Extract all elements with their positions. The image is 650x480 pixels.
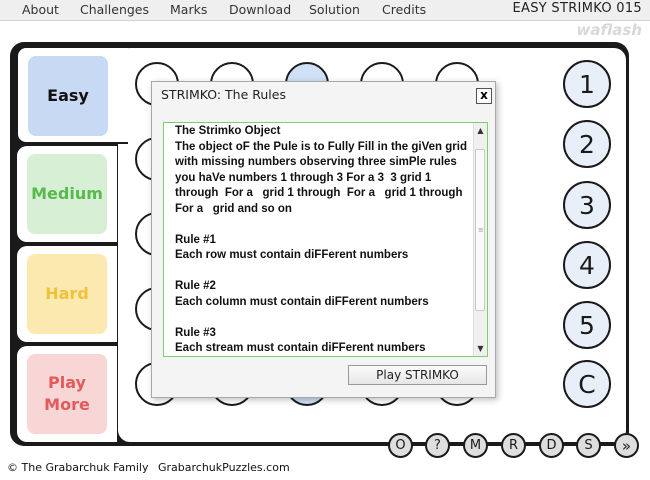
brand-logo: waflash: [576, 21, 642, 39]
tab-easy-container: Easy: [16, 46, 128, 144]
menu-solution[interactable]: Solution: [309, 2, 360, 17]
menu-about[interactable]: About: [22, 2, 59, 17]
site-link[interactable]: GrabarchukPuzzles.com: [158, 461, 290, 474]
grip-icon: ≡: [478, 226, 484, 234]
download-button[interactable]: D: [539, 433, 564, 458]
tab-medium-container: Medium: [17, 146, 117, 242]
reset-button[interactable]: R: [501, 433, 526, 458]
rules-textarea[interactable]: The Strimko Object The object oF the Pul…: [163, 122, 488, 357]
dialog-title: STRIMKO: The Rules: [161, 87, 286, 102]
number-button-5[interactable]: 5: [563, 301, 611, 349]
clear-button[interactable]: C: [563, 360, 611, 408]
close-icon[interactable]: x: [476, 88, 492, 104]
next-button[interactable]: »: [614, 433, 639, 458]
scrollbar[interactable]: ▲ ≡ ▼: [473, 123, 487, 356]
footer: © The Grabarchuk Family GrabarchukPuzzle…: [7, 461, 290, 474]
rules-dialog: STRIMKO: The Rules x The Strimko Object …: [151, 81, 496, 398]
menu-marks[interactable]: Marks: [170, 2, 207, 17]
number-button-4[interactable]: 4: [563, 241, 611, 289]
tab-medium[interactable]: Medium: [27, 154, 107, 234]
number-button-1[interactable]: 1: [563, 60, 611, 108]
solution-button[interactable]: S: [576, 433, 601, 458]
top-menu-bar: About Challenges Marks Download Solution…: [0, 0, 650, 21]
options-button[interactable]: O: [388, 433, 413, 458]
scroll-thumb[interactable]: ≡: [475, 149, 485, 311]
menu-download[interactable]: Download: [229, 2, 291, 17]
number-button-3[interactable]: 3: [563, 181, 611, 229]
scroll-down-icon[interactable]: ▼: [475, 343, 486, 354]
tab-hard[interactable]: Hard: [27, 254, 107, 334]
scroll-up-icon[interactable]: ▲: [475, 125, 486, 136]
help-button[interactable]: ?: [425, 433, 450, 458]
play-strimko-button[interactable]: Play STRIMKO: [348, 365, 487, 385]
tab-hard-container: Hard: [17, 246, 117, 342]
copyright-text: © The Grabarchuk Family: [7, 461, 149, 474]
tab-easy[interactable]: Easy: [28, 56, 108, 136]
tab-play-more[interactable]: Play More: [27, 354, 107, 434]
menu-challenges[interactable]: Challenges: [80, 2, 149, 17]
rules-text: The Strimko Object The object oF the Pul…: [175, 125, 467, 354]
tab-play-more-container: Play More: [17, 346, 117, 442]
puzzle-title: EASY STRIMKO 015: [512, 1, 642, 16]
number-button-2[interactable]: 2: [563, 120, 611, 168]
menu-credits[interactable]: Credits: [382, 2, 426, 17]
marks-button[interactable]: M: [463, 433, 488, 458]
